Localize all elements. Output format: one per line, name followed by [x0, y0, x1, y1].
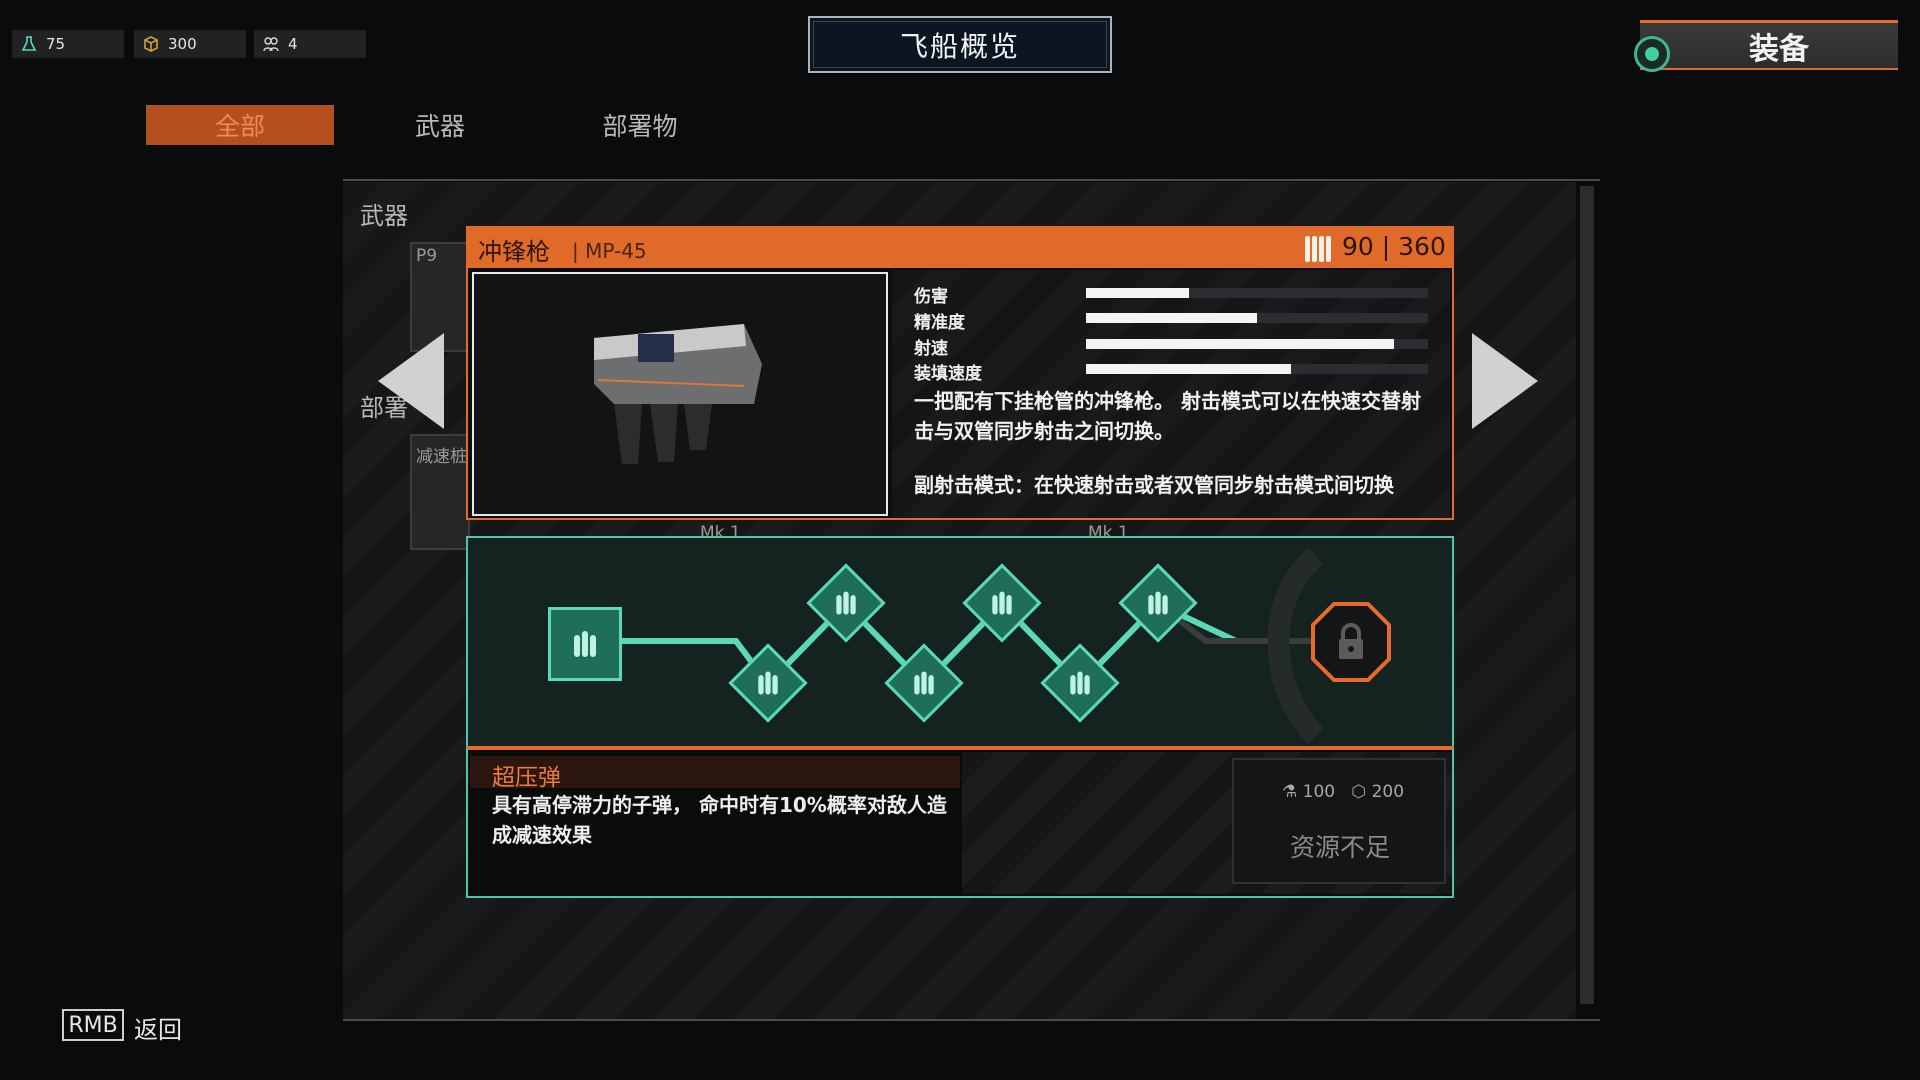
- stat-bar-fire-rate: [1086, 339, 1428, 349]
- resource-value: 4: [288, 35, 298, 53]
- ammo-icon: [1305, 236, 1331, 262]
- purchase-button[interactable]: [1232, 758, 1446, 884]
- ammo-icon: [1148, 591, 1168, 615]
- slot-label: 减速桩: [416, 447, 467, 467]
- cost-flask-value: 100: [1302, 782, 1336, 802]
- crew-icon: [263, 37, 279, 52]
- upgrade-name: 超压弹: [492, 765, 561, 791]
- cube-icon: ⬡: [1351, 782, 1367, 802]
- smg-icon: [594, 324, 762, 464]
- cost-cube-value: 200: [1371, 782, 1405, 802]
- ammo-icon: [992, 591, 1012, 615]
- resource-chip-cube: 300: [134, 30, 246, 58]
- previous-arrow-icon[interactable]: [378, 333, 444, 429]
- weapon-name: 冲锋枪: [478, 238, 550, 266]
- panel-divider-bottom: [343, 1019, 1600, 1021]
- next-arrow-icon[interactable]: [1472, 333, 1538, 429]
- ammo-icon: [914, 671, 934, 695]
- ammo-icon: [574, 631, 596, 657]
- panel-divider-top: [343, 179, 1600, 181]
- stat-label-damage: 伤害: [914, 287, 948, 307]
- stat-bar-fill: [1086, 288, 1189, 298]
- page-title: 飞船概览: [808, 16, 1112, 73]
- cube-icon: [144, 36, 158, 52]
- weapon-preview: [472, 272, 888, 516]
- stat-label-accuracy: 精准度: [914, 313, 965, 333]
- back-button[interactable]: 返回: [134, 1010, 182, 1045]
- ammo-count: 90 | 360: [1342, 232, 1446, 261]
- stat-bar-reload: [1086, 364, 1428, 374]
- tab-all[interactable]: 全部: [146, 105, 334, 145]
- purchase-status: 资源不足: [1290, 833, 1391, 862]
- resource-value: 75: [46, 35, 66, 53]
- stat-bar-fill: [1086, 313, 1257, 323]
- weapon-description: 一把配有下挂枪管的冲锋枪。 射击模式可以在快速交替射击与双管同步射击之间切换。: [914, 389, 1421, 443]
- stat-label-fire-rate: 射速: [914, 339, 948, 359]
- ammo-icon: [836, 591, 856, 615]
- ammo-icon: [1070, 671, 1090, 695]
- resource-chip-crew: 4: [254, 30, 366, 58]
- upgrade-cost: ⚗ 100 ⬡ 200: [1282, 782, 1404, 802]
- section-weapons-title: 武器: [360, 202, 408, 230]
- scrollbar[interactable]: [1580, 186, 1594, 1004]
- rmb-key-hint: RMB: [62, 1009, 124, 1041]
- resource-chip-flask: 75: [12, 30, 124, 58]
- slot-label: P9: [416, 246, 438, 266]
- ammo-icon: [758, 671, 778, 695]
- stat-bar-fill: [1086, 339, 1394, 349]
- tab-deployables[interactable]: 部署物: [580, 105, 700, 145]
- weapon-model: | MP-45: [572, 239, 647, 263]
- equip-button[interactable]: 装备: [1640, 20, 1898, 70]
- stat-bar-damage: [1086, 288, 1428, 298]
- stat-bar-accuracy: [1086, 313, 1428, 323]
- flask-icon: [21, 36, 37, 51]
- stat-label-reload: 装填速度: [914, 364, 982, 384]
- deployable-slot[interactable]: 减速桩: [410, 434, 470, 550]
- resource-value: 300: [168, 35, 197, 53]
- stat-bar-fill: [1086, 364, 1292, 374]
- tab-weapons[interactable]: 武器: [380, 105, 500, 145]
- equip-indicator-icon: [1634, 36, 1670, 72]
- flask-icon: ⚗: [1282, 782, 1298, 802]
- locked-node-lock-icon[interactable]: [1310, 601, 1392, 683]
- upgrade-node-root[interactable]: [548, 607, 622, 681]
- weapon-secondary-mode: 副射击模式：在快速射击或者双管同步射击模式间切换: [914, 473, 1394, 497]
- upgrade-description: 具有高停滞力的子弹， 命中时有10%概率对敌人造成减速效果: [492, 793, 947, 847]
